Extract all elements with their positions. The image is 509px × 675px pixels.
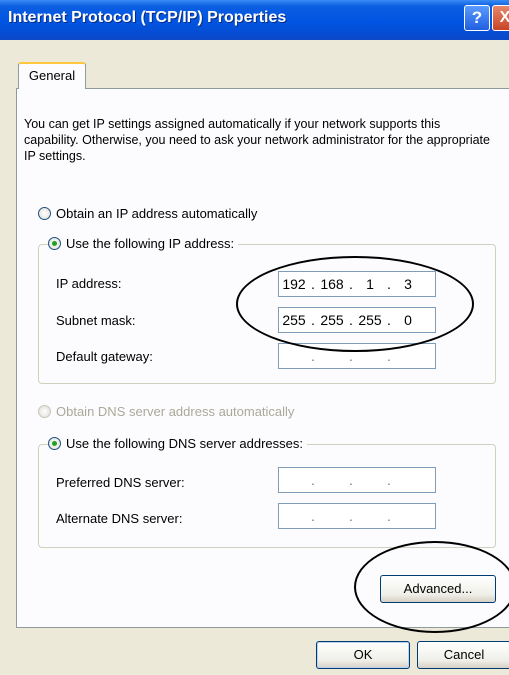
tcpip-properties-dialog: Internet Protocol (TCP/IP) Properties ? …	[0, 0, 509, 675]
preferred-dns-input[interactable]: . . .	[278, 467, 436, 493]
alternate-dns-label: Alternate DNS server:	[56, 511, 183, 526]
obtain-dns-auto-radio[interactable]	[38, 405, 51, 418]
close-button[interactable]: X	[492, 5, 509, 31]
ip-dot: .	[387, 276, 391, 292]
ip-dot: .	[349, 348, 353, 364]
ip-dot: .	[311, 348, 315, 364]
ip-address-label: IP address:	[56, 276, 122, 291]
preferred-dns-label: Preferred DNS server:	[56, 475, 185, 490]
window-title: Internet Protocol (TCP/IP) Properties	[8, 9, 287, 26]
obtain-dns-auto-label: Obtain DNS server address automatically	[56, 404, 295, 419]
ip-dot: .	[349, 312, 353, 328]
tab-general[interactable]: General	[18, 62, 86, 89]
advanced-button[interactable]: Advanced...	[380, 575, 496, 603]
obtain-ip-auto-option[interactable]: Obtain an IP address automatically	[38, 206, 257, 221]
title-bar[interactable]: Internet Protocol (TCP/IP) Properties ? …	[0, 0, 509, 40]
ip-octet-2: 168	[320, 276, 344, 292]
ip-dot: .	[311, 508, 315, 524]
ip-dot: .	[349, 472, 353, 488]
use-following-ip-radio[interactable]	[48, 237, 61, 250]
ip-dot: .	[387, 348, 391, 364]
ip-dot: .	[387, 472, 391, 488]
help-button[interactable]: ?	[464, 5, 490, 31]
default-gateway-label: Default gateway:	[56, 349, 153, 364]
use-following-dns-option[interactable]: Use the following DNS server addresses:	[48, 436, 307, 451]
ip-octet-3: 1	[366, 276, 374, 292]
obtain-ip-auto-radio[interactable]	[38, 207, 51, 220]
ip-address-input[interactable]: 192. 168. 1. 3	[278, 271, 436, 297]
ip-dot: .	[349, 508, 353, 524]
alternate-dns-input[interactable]: . . .	[278, 503, 436, 529]
cancel-button[interactable]: Cancel	[417, 641, 509, 669]
use-following-dns-label: Use the following DNS server addresses:	[66, 436, 303, 451]
use-following-ip-option[interactable]: Use the following IP address:	[48, 236, 239, 251]
ip-dot: .	[349, 276, 353, 292]
ip-dot: .	[387, 312, 391, 328]
obtain-ip-auto-label: Obtain an IP address automatically	[56, 206, 258, 221]
ok-button[interactable]: OK	[316, 641, 410, 669]
ip-octet-4: 3	[404, 276, 412, 292]
subnet-mask-input[interactable]: 255. 255. 255. 0	[278, 307, 436, 333]
mask-octet-4: 0	[404, 312, 412, 328]
mask-octet-1: 255	[282, 312, 306, 328]
mask-octet-3: 255	[358, 312, 382, 328]
dns-groupbox	[38, 444, 496, 548]
ip-dot: .	[311, 276, 315, 292]
ip-dot: .	[311, 312, 315, 328]
ip-octet-1: 192	[282, 276, 306, 292]
mask-octet-2: 255	[320, 312, 344, 328]
use-following-dns-radio[interactable]	[48, 437, 61, 450]
description-text: You can get IP settings assigned automat…	[24, 117, 490, 163]
use-following-ip-label: Use the following IP address:	[66, 236, 235, 251]
ip-dot: .	[311, 472, 315, 488]
ip-dot: .	[387, 508, 391, 524]
subnet-mask-label: Subnet mask:	[56, 313, 136, 328]
obtain-dns-auto-option[interactable]: Obtain DNS server address automatically	[38, 404, 294, 419]
default-gateway-input[interactable]: . . .	[278, 343, 436, 369]
